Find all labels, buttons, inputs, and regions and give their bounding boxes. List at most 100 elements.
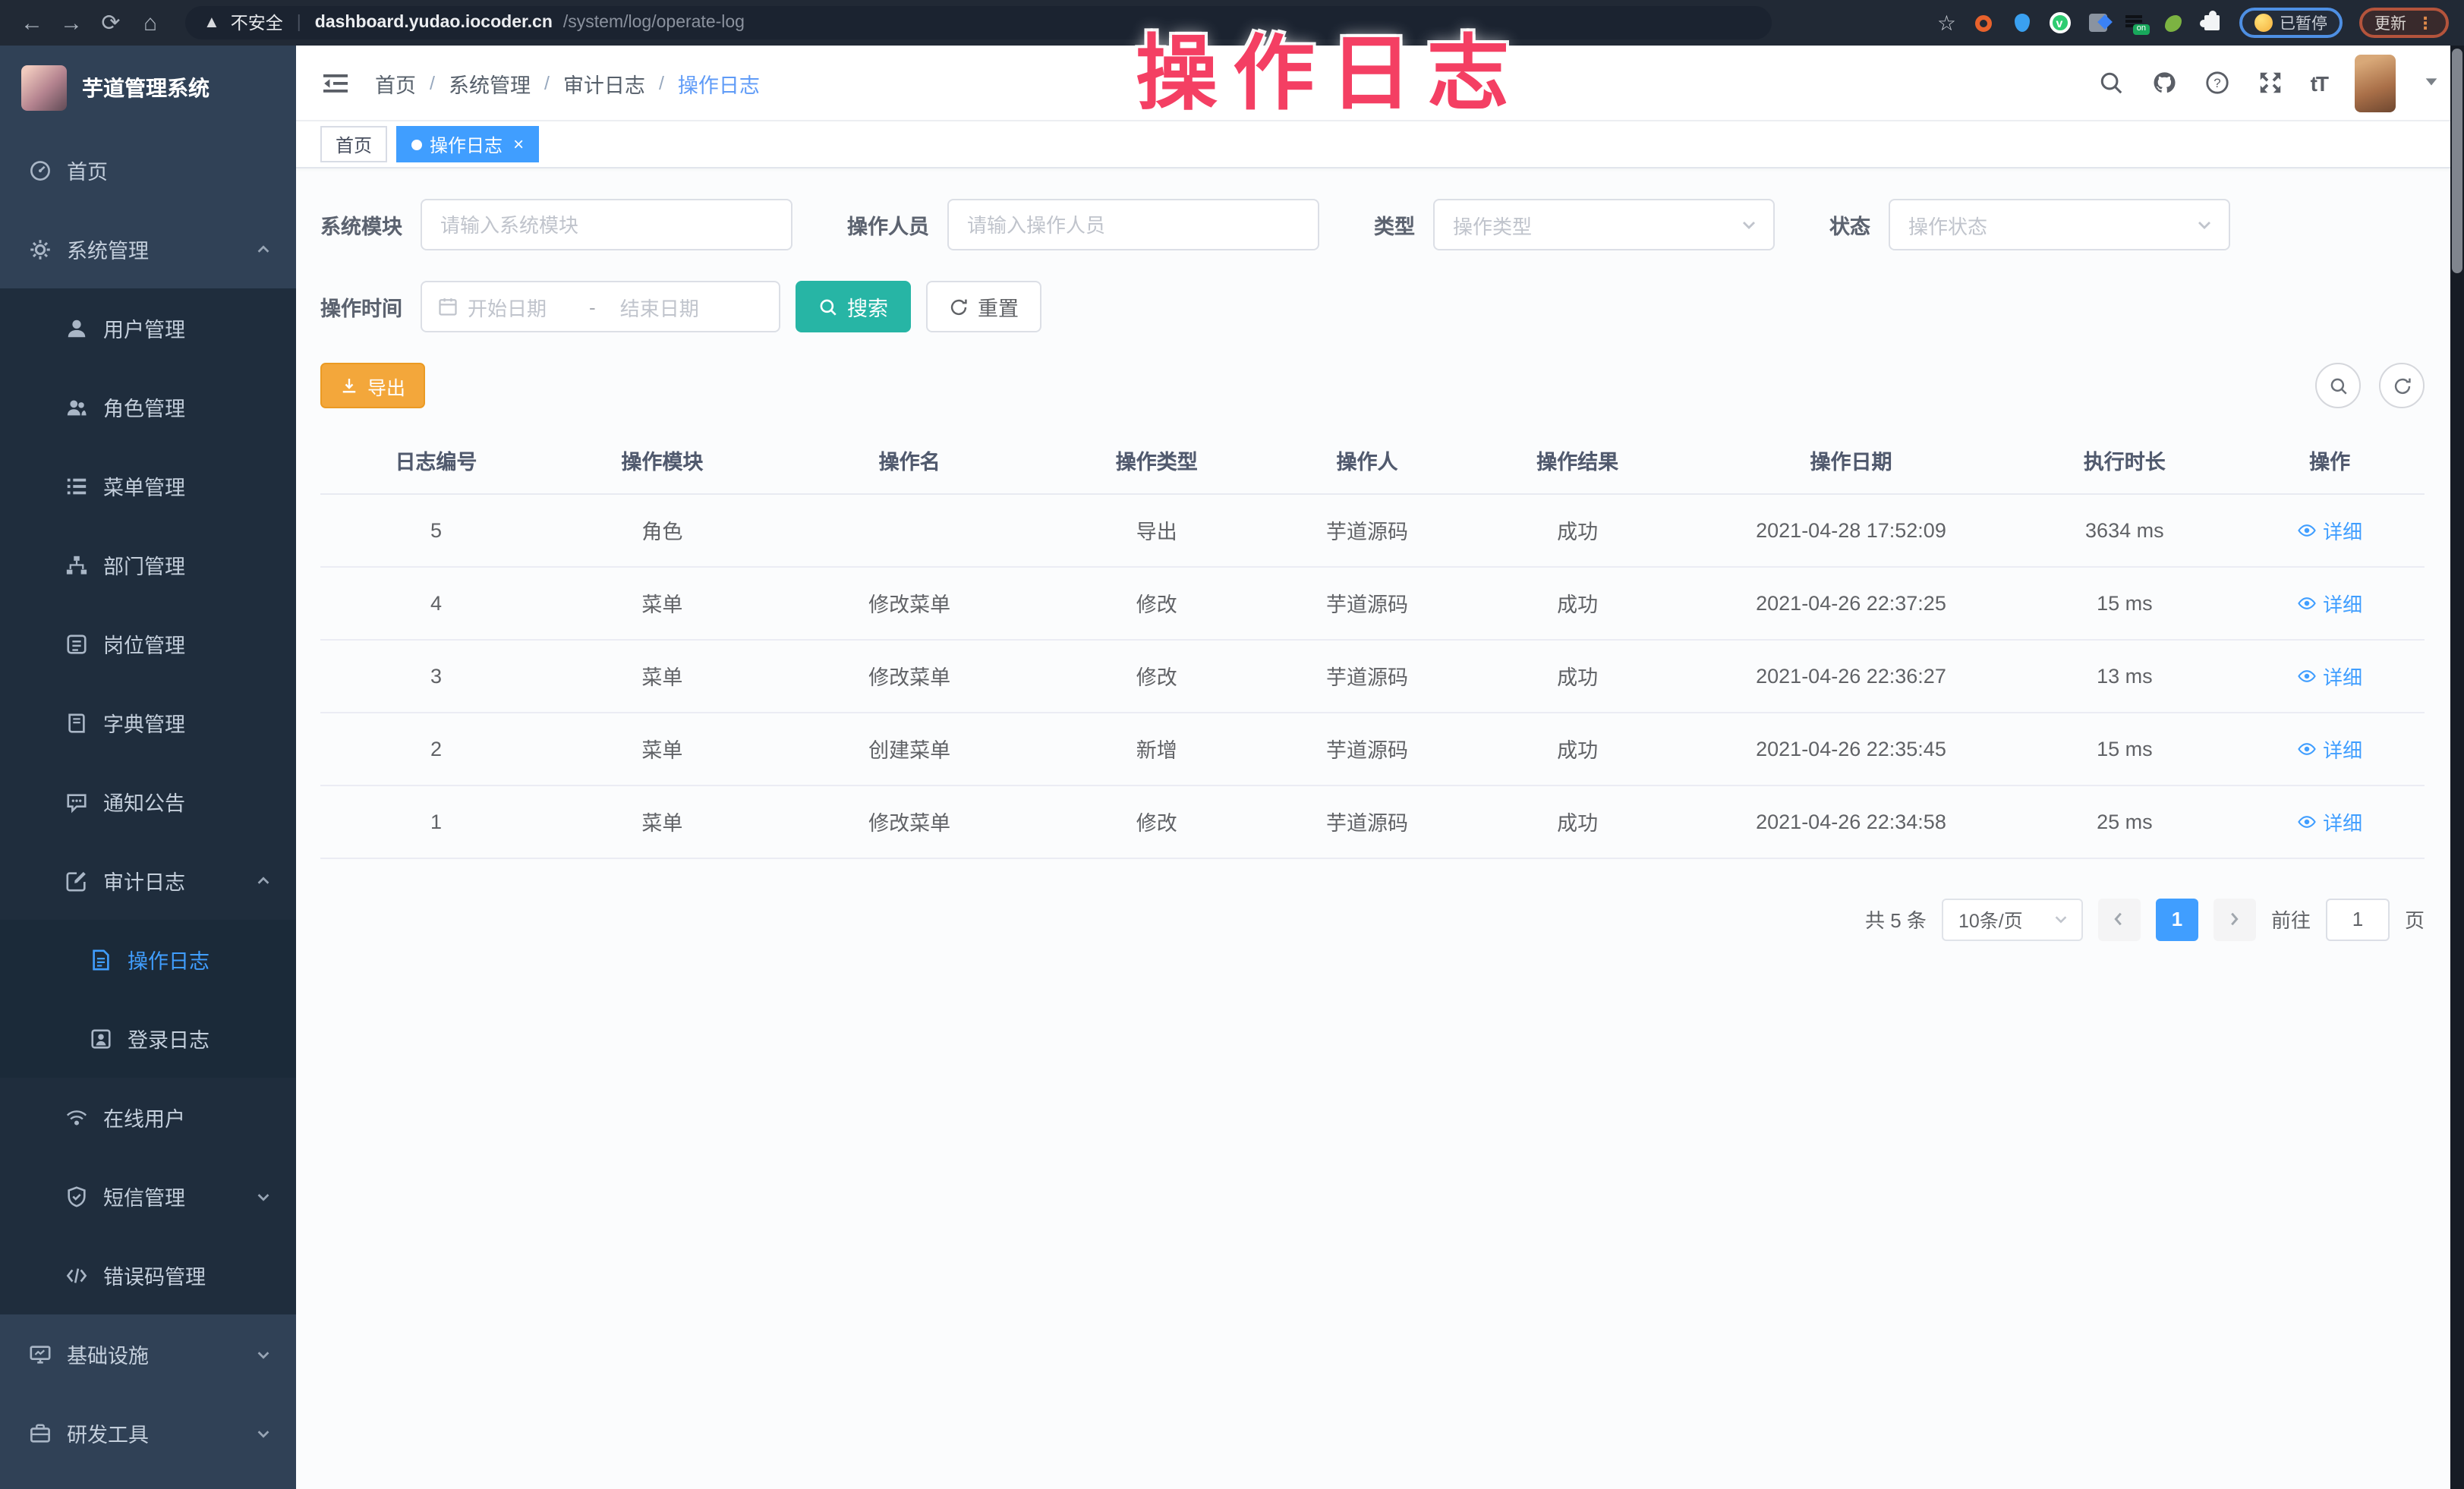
breadcrumb-item[interactable]: 系统管理	[449, 68, 531, 98]
address-bar[interactable]: ▲ 不安全 | dashboard.yudao.iocoder.cn/syste…	[185, 6, 1772, 39]
sidebar-item-operate-log-doc[interactable]: 操作日志	[0, 920, 296, 999]
bookmark-star-icon[interactable]: ☆	[1937, 10, 1956, 36]
sidebar-menu: 首页系统管理用户管理角色管理菜单管理部门管理岗位管理字典管理通知公告审计日志操作…	[0, 131, 296, 1472]
reset-button[interactable]: 重置	[926, 281, 1041, 332]
goto-page-input[interactable]	[2326, 898, 2390, 940]
tab-tag-0[interactable]: 首页	[320, 126, 387, 162]
module-input[interactable]	[421, 199, 792, 250]
detail-link-label: 详细	[2323, 734, 2362, 763]
search-icon[interactable]	[2098, 70, 2124, 96]
sidebar-item-dashboard[interactable]: 首页	[0, 131, 296, 209]
detail-link-label: 详细	[2323, 807, 2362, 836]
page-size-select[interactable]: 10条/页	[1942, 898, 2083, 940]
operator-input[interactable]	[947, 199, 1319, 250]
help-icon[interactable]: ?	[2204, 70, 2230, 96]
sidebar-item-dictionary-book[interactable]: 字典管理	[0, 683, 296, 762]
type-select[interactable]: 操作类型	[1433, 199, 1775, 250]
search-button[interactable]: 搜索	[796, 281, 911, 332]
extension-leaf-icon[interactable]	[2163, 12, 2184, 33]
url-path: /system/log/operate-log	[563, 14, 745, 32]
table-cell: 菜单	[552, 639, 773, 712]
collapse-sidebar-icon[interactable]	[320, 68, 351, 98]
date-range-picker[interactable]: 开始日期 - 结束日期	[421, 281, 780, 332]
detail-link[interactable]: 详细	[2297, 734, 2362, 763]
sidebar-item-sms-shield[interactable]: 短信管理	[0, 1157, 296, 1236]
sidebar-item-org-tree[interactable]: 部门管理	[0, 525, 296, 604]
table-cell: 成功	[1467, 712, 1688, 785]
table-cell: 芋道源码	[1267, 712, 1467, 785]
table-cell: 3	[320, 639, 552, 712]
breadcrumb-item[interactable]: 审计日志	[563, 68, 645, 98]
type-select-value: 操作类型	[1453, 210, 1532, 239]
current-page-button[interactable]: 1	[2156, 898, 2198, 940]
user-icon	[64, 316, 88, 340]
dev-tools-briefcase-icon	[27, 1421, 52, 1445]
user-avatar[interactable]	[2355, 54, 2396, 112]
extension-drop-icon[interactable]	[2011, 12, 2032, 33]
status-select[interactable]: 操作状态	[1889, 199, 2230, 250]
sidebar-item-announcement-bubble[interactable]: 通知公告	[0, 762, 296, 841]
sidebar-item-gear[interactable]: 系统管理	[0, 209, 296, 288]
table-cell: 修改菜单	[773, 785, 1046, 858]
sidebar-item-infrastructure-monitor[interactable]: 基础设施	[0, 1314, 296, 1393]
paused-chip[interactable]: 已暂停	[2239, 8, 2343, 38]
avatar-caret-icon[interactable]	[2423, 69, 2440, 96]
app-logo-row[interactable]: 芋道管理系统	[0, 46, 296, 131]
detail-link-label: 详细	[2323, 515, 2362, 544]
table-cell: 5	[320, 493, 552, 566]
table-row: 1菜单修改菜单修改芋道源码成功2021-04-26 22:34:5825 ms详…	[320, 785, 2425, 858]
prev-page-button[interactable]	[2098, 898, 2141, 940]
security-label: 不安全	[231, 11, 283, 35]
fullscreen-icon[interactable]	[2258, 70, 2283, 96]
reload-icon[interactable]: ⟳	[94, 6, 128, 39]
detail-link[interactable]: 详细	[2297, 807, 2362, 836]
detail-link[interactable]: 详细	[2297, 515, 2362, 544]
breadcrumb-item[interactable]: 首页	[375, 68, 416, 98]
sidebar-item-online-user[interactable]: 在线用户	[0, 1078, 296, 1157]
divider: |	[297, 14, 301, 32]
extensions-puzzle-icon[interactable]	[2201, 12, 2222, 33]
sidebar-item-dev-tools-briefcase[interactable]: 研发工具	[0, 1393, 296, 1472]
refresh-table-button[interactable]	[2379, 363, 2425, 408]
close-icon[interactable]: ×	[513, 135, 524, 153]
sidebar: 芋道管理系统 首页系统管理用户管理角色管理菜单管理部门管理岗位管理字典管理通知公…	[0, 46, 296, 1489]
tab-tag-1[interactable]: 操作日志×	[396, 126, 539, 162]
sidebar-item-user-group[interactable]: 角色管理	[0, 367, 296, 446]
forward-icon[interactable]: →	[55, 6, 88, 39]
tag-label: 首页	[336, 131, 372, 157]
font-size-icon[interactable]: tT	[2311, 71, 2327, 95]
table-cell: 15 ms	[2014, 712, 2235, 785]
browser-toolbar: ← → ⟳ ⌂ ▲ 不安全 | dashboard.yudao.iocoder.…	[0, 0, 2464, 46]
table-cell: 2021-04-26 22:34:58	[1688, 785, 2015, 858]
extension-v-icon[interactable]: v	[2049, 12, 2070, 33]
table-cell-actions: 详细	[2235, 712, 2425, 785]
extension-blocks-icon[interactable]	[2087, 12, 2108, 33]
table-cell: 导出	[1046, 493, 1267, 566]
detail-link[interactable]: 详细	[2297, 661, 2362, 690]
toggle-search-button[interactable]	[2315, 363, 2361, 408]
sidebar-item-menu-list[interactable]: 菜单管理	[0, 446, 296, 525]
home-icon[interactable]: ⌂	[134, 6, 167, 39]
sidebar-item-user[interactable]: 用户管理	[0, 288, 296, 367]
extension-on-icon[interactable]: on	[2125, 12, 2146, 33]
kebab-menu-icon[interactable]: ⋮	[2417, 13, 2434, 33]
table-cell: 新增	[1046, 712, 1267, 785]
scrollbar-thumb[interactable]	[2452, 49, 2462, 273]
sidebar-item-audit-edit[interactable]: 审计日志	[0, 841, 296, 920]
extension-orange-icon[interactable]	[1973, 12, 1994, 33]
column-header: 操作模块	[552, 427, 773, 493]
sidebar-item-login-log[interactable]: 登录日志	[0, 999, 296, 1078]
github-icon[interactable]	[2151, 70, 2177, 96]
breadcrumb: 首页/系统管理/审计日志/操作日志	[375, 68, 760, 98]
end-date-placeholder[interactable]: 结束日期	[620, 292, 729, 321]
sidebar-item-post-badge[interactable]: 岗位管理	[0, 604, 296, 683]
next-page-button[interactable]	[2214, 898, 2256, 940]
update-button[interactable]: 更新 ⋮	[2359, 8, 2449, 38]
export-button[interactable]: 导出	[320, 363, 425, 408]
detail-link[interactable]: 详细	[2297, 588, 2362, 617]
sidebar-item-error-code[interactable]: 错误码管理	[0, 1236, 296, 1314]
detail-link-label: 详细	[2323, 588, 2362, 617]
start-date-placeholder[interactable]: 开始日期	[468, 292, 577, 321]
back-icon[interactable]: ←	[15, 6, 49, 39]
sidebar-item-label: 在线用户	[103, 1102, 185, 1132]
